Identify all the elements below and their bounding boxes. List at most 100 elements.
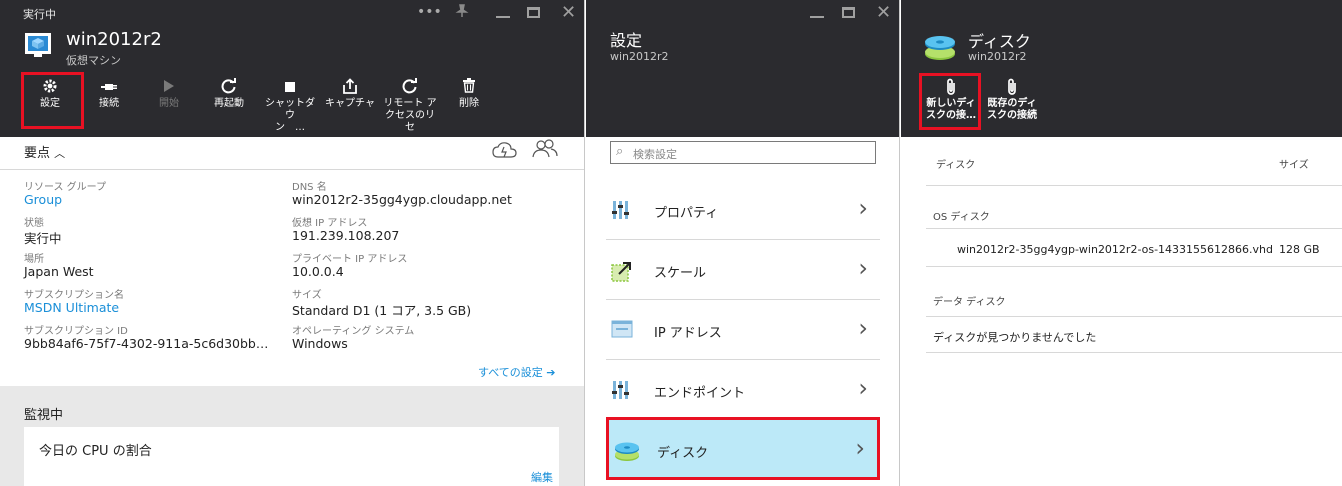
pin-icon[interactable] bbox=[452, 4, 472, 22]
toolbar-button-label: 開始 bbox=[159, 98, 179, 109]
toolbar-button-label: 既存のディ スクの接続 bbox=[987, 98, 1037, 121]
chevron-right-icon: › bbox=[858, 314, 868, 342]
settings-item-3[interactable]: エンドポイント › bbox=[606, 360, 880, 420]
settings-item-0[interactable]: プロパティ › bbox=[606, 180, 880, 240]
attach-new-highlight bbox=[919, 73, 981, 130]
field-value: Japan West bbox=[24, 264, 94, 279]
vm-icon bbox=[24, 32, 52, 64]
field-value: Standard D1 (1 コア, 3.5 GB) bbox=[292, 303, 472, 318]
disk-icon bbox=[614, 440, 639, 461]
toolbar-button-3[interactable]: 再起動 bbox=[206, 77, 252, 128]
settings-item-label: エンドポイント bbox=[654, 386, 746, 401]
monitoring-section: 監視中 今日の CPU の割合 編集 bbox=[0, 386, 584, 486]
minimize-icon[interactable] bbox=[496, 16, 510, 18]
os-disk-label: OS ディスク bbox=[933, 212, 990, 223]
properties-icon bbox=[611, 200, 631, 220]
settings-item-label: IP アドレス bbox=[654, 326, 722, 341]
vm-blade-header: 実行中 ••• ✕ win2012r2 仮想マシン 設定 接続 開始 再起動 シャットダ… bbox=[0, 0, 584, 137]
close-icon[interactable]: ✕ bbox=[561, 2, 576, 23]
no-disk-message: ディスクが見つかりませんでした bbox=[933, 331, 1097, 344]
col-size-header: サイズ bbox=[1279, 160, 1309, 171]
scale-icon bbox=[611, 260, 631, 282]
vm-blade: 実行中 ••• ✕ win2012r2 仮想マシン 設定 接続 開始 再起動 シャットダ… bbox=[0, 0, 585, 486]
essentials-label: 要点 bbox=[24, 146, 51, 161]
plug-icon bbox=[86, 78, 132, 98]
field-label: 状態 bbox=[24, 218, 44, 229]
field-label: オペレーティング システム bbox=[292, 326, 415, 337]
disk-title: ディスク bbox=[968, 32, 1031, 51]
capture-icon bbox=[322, 78, 378, 98]
endpoint-icon bbox=[611, 380, 631, 400]
os-disk-name: win2012r2-35gg4ygp-win2012r2-os-14331556… bbox=[957, 243, 1273, 256]
settings-item-1[interactable]: スケール › bbox=[606, 240, 880, 300]
vm-status-title: 実行中 bbox=[23, 8, 56, 21]
edit-link[interactable]: 編集 bbox=[531, 469, 553, 485]
toolbar-button-label: 接続 bbox=[99, 98, 119, 109]
field-value[interactable]: MSDN Ultimate bbox=[24, 300, 119, 315]
toolbar-button-label: 削除 bbox=[459, 98, 479, 109]
field-label: 仮想 IP アドレス bbox=[292, 218, 368, 229]
settings-item-label: プロパティ bbox=[654, 206, 719, 221]
maximize-icon[interactable] bbox=[842, 7, 855, 18]
disk-divider bbox=[926, 228, 1342, 229]
essentials-toggle[interactable]: 要点 ︿ bbox=[24, 142, 65, 161]
settings-item-4[interactable]: ディスク › bbox=[606, 417, 880, 480]
os-disk-size: 128 GB bbox=[1279, 243, 1320, 256]
toolbar-button-7[interactable]: 削除 bbox=[446, 78, 492, 128]
field-value: win2012r2-35gg4ygp.cloudapp.net bbox=[292, 192, 512, 207]
chevron-right-icon: › bbox=[858, 254, 868, 282]
toolbar-button-5[interactable]: キャプチャ bbox=[322, 78, 378, 128]
users-icon[interactable] bbox=[532, 139, 558, 163]
settings-blade-header: ✕ 設定 win2012r2 bbox=[586, 0, 899, 137]
disk-divider bbox=[926, 352, 1342, 353]
disk-blade: ディスク win2012r2 新しいディ スクの接… 既存のディ スクの接続 ディ… bbox=[901, 0, 1342, 486]
toolbar-button-label: リモート ア クセスのリセ bbox=[383, 98, 437, 133]
toolbar-button-label: シャットダウ ン … bbox=[265, 98, 315, 133]
vm-subtitle: 仮想マシン bbox=[66, 54, 121, 67]
toolbar-button-4[interactable]: シャットダウ ン … bbox=[262, 78, 318, 133]
reset-icon bbox=[382, 77, 438, 98]
minimize-icon[interactable] bbox=[810, 16, 824, 18]
trash-icon bbox=[446, 78, 492, 98]
restart-icon bbox=[206, 77, 252, 98]
play-icon bbox=[146, 78, 192, 98]
maximize-icon[interactable] bbox=[527, 7, 540, 18]
toolbar-button-2[interactable]: 開始 bbox=[146, 78, 192, 128]
toolbar-button-1[interactable]: 接続 bbox=[86, 78, 132, 128]
settings-item-label: スケール bbox=[654, 266, 707, 281]
search-icon: ⌕ bbox=[616, 144, 624, 159]
toolbar-button-label: キャプチャ bbox=[325, 98, 375, 109]
field-value: 実行中 bbox=[24, 231, 62, 246]
toolbar-button-6[interactable]: リモート ア クセスのリセ bbox=[382, 77, 438, 133]
field-value: Windows bbox=[292, 336, 348, 351]
vm-title: win2012r2 bbox=[66, 29, 162, 50]
settings-item-2[interactable]: IP アドレス › bbox=[606, 300, 880, 360]
settings-subtitle: win2012r2 bbox=[610, 50, 669, 63]
field-label: サブスクリプション名 bbox=[24, 290, 124, 301]
settings-search-input[interactable]: ⌕ 検索設定 bbox=[610, 141, 876, 164]
settings-blade: ✕ 設定 win2012r2 ⌕ 検索設定 プロパティ › スケール › IP アドレス… bbox=[586, 0, 900, 486]
settings-item-label: ディスク bbox=[657, 446, 709, 461]
essentials-divider bbox=[0, 169, 584, 170]
disk-divider bbox=[926, 316, 1342, 317]
cpu-card[interactable]: 今日の CPU の割合 編集 bbox=[24, 427, 559, 486]
more-icon[interactable]: ••• bbox=[417, 4, 442, 20]
monitoring-title: 監視中 bbox=[24, 408, 64, 423]
data-disk-label: データ ディスク bbox=[933, 297, 1006, 308]
field-label: サブスクリプション ID bbox=[24, 326, 128, 337]
field-value[interactable]: Group bbox=[24, 192, 62, 207]
stop-icon bbox=[262, 78, 318, 98]
chevron-right-icon: › bbox=[855, 434, 865, 462]
chevron-up-icon: ︿ bbox=[54, 147, 66, 160]
field-value: 10.0.0.4 bbox=[292, 264, 344, 279]
disk-divider bbox=[926, 266, 1342, 267]
disk-title-icon bbox=[923, 30, 957, 66]
field-value: 191.239.108.207 bbox=[292, 228, 400, 243]
ip-address-icon bbox=[611, 320, 633, 340]
field-label: サイズ bbox=[292, 290, 322, 301]
all-settings-link[interactable]: すべての設定 ➔ bbox=[478, 364, 556, 380]
close-icon[interactable]: ✕ bbox=[876, 2, 891, 23]
attach-existing-disk-button[interactable]: 既存のディ スクの接続 bbox=[983, 78, 1041, 128]
cloud-icon[interactable] bbox=[492, 141, 518, 163]
paperclip-icon bbox=[983, 78, 1041, 98]
